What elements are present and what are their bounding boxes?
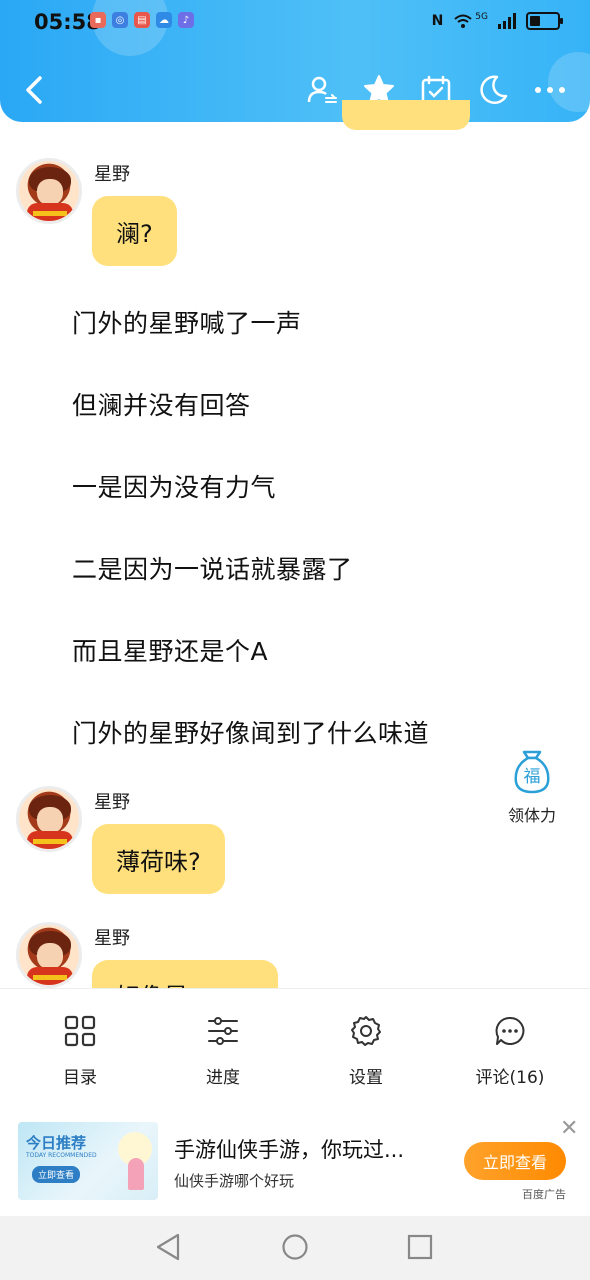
lucky-bag-icon: 福	[514, 750, 550, 794]
toolbar-catalog[interactable]: 目录	[20, 1011, 140, 1088]
circle-home-icon	[282, 1234, 308, 1260]
ad-tag: 百度广告	[522, 1188, 566, 1201]
ad-image-button: 立即查看	[32, 1166, 81, 1183]
switch-user-button[interactable]	[298, 62, 346, 118]
sender-name: 星野	[94, 792, 130, 813]
nfc-icon: N	[431, 13, 444, 29]
music-icon: ♪	[178, 12, 194, 28]
network-type: 5G	[475, 12, 488, 22]
ad-image[interactable]: 今日推荐 TODAY RECOMMENDED 立即查看	[18, 1122, 158, 1200]
message-bubble[interactable]: 澜?	[92, 196, 177, 266]
system-nav-bar	[0, 1216, 590, 1280]
system-recents-button[interactable]	[406, 1232, 434, 1266]
gear-icon	[351, 1016, 381, 1046]
chevron-left-icon	[26, 76, 42, 104]
ad-banner[interactable]: 今日推荐 TODAY RECOMMENDED 立即查看 手游仙侠手游，你玩过..…	[0, 1108, 590, 1214]
avatar[interactable]	[16, 922, 82, 988]
ad-close-icon[interactable]: ✕	[560, 1116, 578, 1141]
more-button[interactable]	[526, 62, 574, 118]
moon-icon	[480, 75, 508, 105]
bag-char: 福	[524, 767, 541, 787]
narration-line: 而且星野还是个A	[72, 637, 269, 666]
comment-icon	[495, 1016, 525, 1045]
notification-icons: ▪ ◎ ▤ ☁ ♪	[90, 12, 194, 28]
ad-view-button[interactable]: 立即查看	[464, 1142, 566, 1180]
sender-name: 星野	[94, 164, 130, 185]
browser-icon: ◎	[112, 12, 128, 28]
reader-toolbar: 目录 进度 设置 评论(16)	[0, 988, 590, 1096]
ad-image-subtitle: TODAY RECOMMENDED	[26, 1152, 97, 1159]
toolbar-label: 进度	[206, 1068, 240, 1088]
gift-icon: ▪	[90, 12, 106, 28]
claim-stamina-label: 领体力	[507, 806, 556, 825]
ad-figure	[128, 1158, 144, 1190]
more-icon	[535, 87, 565, 93]
wifi-icon	[454, 14, 472, 28]
avatar[interactable]	[16, 786, 82, 852]
ad-title[interactable]: 手游仙侠手游，你玩过...	[174, 1134, 404, 1164]
sender-name: 星野	[94, 928, 130, 949]
narration-line: 二是因为一说话就暴露了	[72, 555, 353, 584]
narration-line: 门外的星野喊了一声	[72, 309, 302, 338]
weather-icon: ☁	[156, 12, 172, 28]
signal-icon	[498, 13, 516, 29]
system-home-button[interactable]	[281, 1232, 309, 1266]
book-icon: ▤	[134, 12, 150, 28]
top-header: 05:58 ▪ ◎ ▤ ☁ ♪ N 5G	[0, 0, 590, 122]
night-mode-button[interactable]	[469, 62, 517, 118]
battery-icon	[526, 12, 563, 30]
toolbar-settings[interactable]: 设置	[306, 1011, 426, 1088]
toolbar-label: 目录	[63, 1068, 97, 1088]
avatar[interactable]	[16, 158, 82, 224]
back-button[interactable]	[10, 62, 58, 118]
toolbar-progress[interactable]: 进度	[163, 1011, 283, 1088]
top-nav	[0, 62, 590, 118]
narration-line: 门外的星野好像闻到了什么味道	[72, 719, 430, 748]
message-bubble[interactable]: 薄荷味?	[92, 824, 225, 894]
square-recents-icon	[407, 1234, 433, 1260]
triangle-back-icon	[156, 1233, 180, 1261]
sliders-icon	[208, 1017, 238, 1045]
narration-line: 但澜并没有回答	[72, 391, 251, 420]
grid-icon	[64, 1015, 96, 1047]
toolbar-label: 设置	[349, 1068, 383, 1088]
ad-subtitle: 仙侠手游哪个好玩	[174, 1172, 295, 1190]
claim-stamina-button[interactable]: 福 领体力	[504, 746, 560, 826]
narration-line: 一是因为没有力气	[72, 473, 277, 502]
toolbar-comments[interactable]: 评论(16)	[450, 1011, 570, 1088]
ad-image-title: 今日推荐	[26, 1134, 87, 1152]
status-bar: 05:58 ▪ ◎ ▤ ☁ ♪ N 5G	[0, 0, 590, 46]
user-switch-icon	[307, 76, 337, 103]
system-back-button[interactable]	[154, 1232, 182, 1266]
previous-message-bubble	[342, 100, 470, 130]
status-right: N 5G	[431, 12, 563, 30]
toolbar-label: 评论(16)	[475, 1068, 545, 1088]
